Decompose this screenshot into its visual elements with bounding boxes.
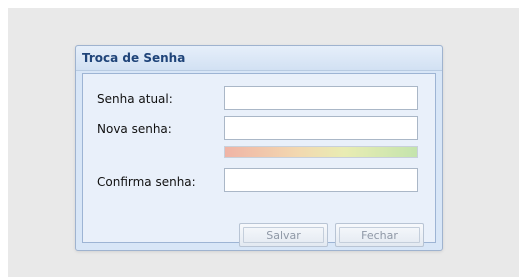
current-password-label: Senha atual: — [97, 92, 173, 106]
change-password-dialog: Troca de Senha Senha atual: Nova senha: … — [75, 45, 443, 251]
dialog-title: Troca de Senha — [82, 51, 186, 65]
confirm-password-field[interactable] — [224, 168, 418, 192]
password-strength-meter — [224, 146, 418, 158]
new-password-label: Nova senha: — [97, 122, 172, 136]
new-password-field[interactable] — [224, 116, 418, 140]
save-button[interactable]: Salvar — [239, 223, 328, 247]
dialog-body: Senha atual: Nova senha: Confirma senha:… — [82, 73, 436, 247]
confirm-password-label: Confirma senha: — [97, 175, 196, 189]
save-button-label: Salvar — [243, 227, 324, 243]
dialog-titlebar[interactable]: Troca de Senha — [76, 46, 442, 71]
current-password-field[interactable] — [224, 86, 418, 110]
close-button-label: Fechar — [339, 227, 420, 243]
close-button[interactable]: Fechar — [335, 223, 424, 247]
